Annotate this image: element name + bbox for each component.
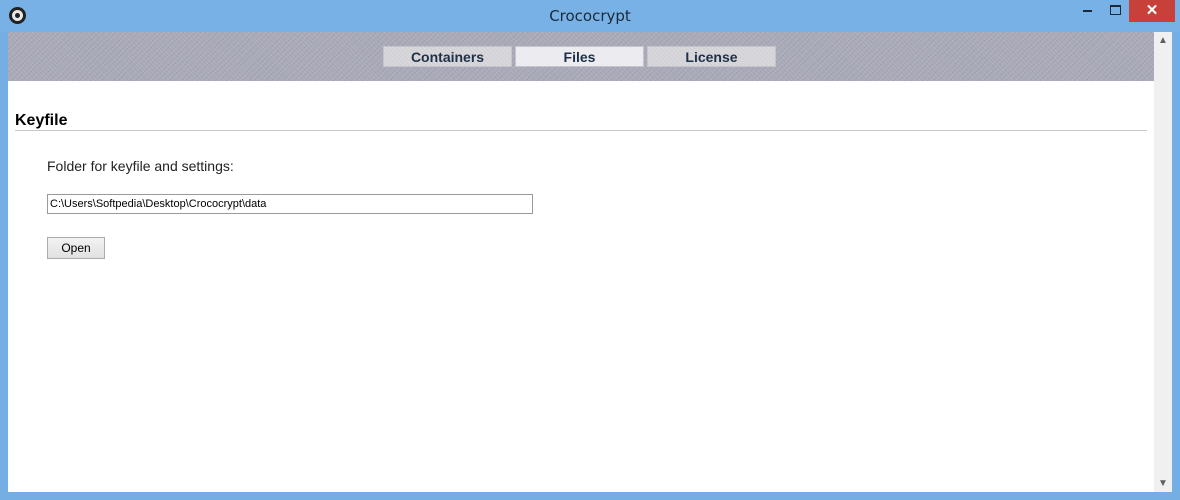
folder-label: Folder for keyfile and settings: — [47, 158, 234, 174]
minimize-icon — [1082, 9, 1092, 12]
tab-containers[interactable]: Containers — [383, 46, 512, 67]
tab-bar: Containers Files License — [383, 46, 779, 67]
vertical-scrollbar[interactable]: ▲ ▼ — [1154, 32, 1172, 492]
folder-path-input[interactable] — [47, 194, 533, 214]
scroll-up-icon[interactable]: ▲ — [1154, 32, 1172, 49]
tab-files[interactable]: Files — [515, 46, 644, 67]
tab-license[interactable]: License — [647, 46, 776, 67]
maximize-button[interactable] — [1102, 0, 1128, 22]
maximize-icon — [1109, 5, 1121, 16]
tab-band: Containers Files License — [8, 32, 1154, 81]
close-icon: ✕ — [1145, 2, 1159, 19]
keyfile-heading: Keyfile — [15, 112, 68, 129]
minimize-button[interactable] — [1074, 0, 1100, 22]
client-area: Containers Files License Keyfile Folder … — [8, 32, 1172, 492]
app-window: Crococrypt ✕ Containers Files License Ke… — [0, 0, 1180, 500]
section-divider — [15, 130, 1147, 131]
scroll-down-icon[interactable]: ▼ — [1154, 475, 1172, 492]
open-button[interactable]: Open — [47, 237, 105, 259]
window-title: Crococrypt — [549, 7, 631, 25]
close-button[interactable]: ✕ — [1129, 0, 1175, 22]
title-bar[interactable]: Crococrypt ✕ — [0, 0, 1180, 32]
